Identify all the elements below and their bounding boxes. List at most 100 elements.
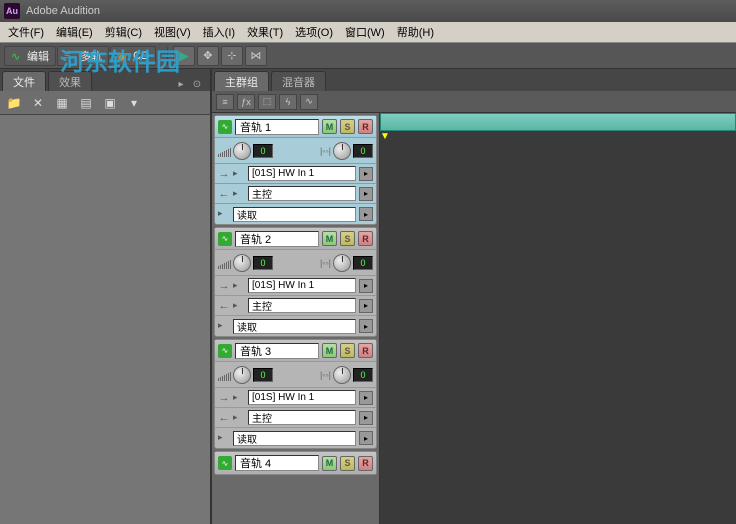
menu-window[interactable]: 窗口(W) <box>339 22 391 42</box>
output-play-icon[interactable]: ▸ <box>233 412 245 424</box>
panel-options-icon[interactable]: ⊙ <box>190 77 204 91</box>
playhead-marker[interactable]: ▼ <box>380 131 390 142</box>
options-button[interactable]: ▾ <box>124 94 144 112</box>
track-header[interactable]: ∿ 音轨 2 M S R 0 |◦◦| 0 → ▸ [01S] HW In 1 … <box>214 227 377 337</box>
volume-knob[interactable] <box>233 254 251 272</box>
volume-knob[interactable] <box>233 366 251 384</box>
pan-knob[interactable] <box>333 366 351 384</box>
fx-button[interactable]: ƒx <box>237 94 255 110</box>
tab-files[interactable]: 文件 <box>2 71 46 91</box>
menu-help[interactable]: 帮助(H) <box>391 22 440 42</box>
output-options-button[interactable]: ▸ <box>359 299 373 313</box>
record-arm-button[interactable]: R <box>358 119 373 134</box>
output-play-icon[interactable]: ▸ <box>233 300 245 312</box>
solo-button[interactable]: S <box>340 456 355 471</box>
mute-button[interactable]: M <box>322 456 337 471</box>
output-options-button[interactable]: ▸ <box>359 411 373 425</box>
close-file-button[interactable]: ✕ <box>28 94 48 112</box>
automation-mode-field[interactable]: 读取 <box>233 207 356 222</box>
mode-multitrack-button[interactable]: ≡ 多轨 <box>57 46 109 66</box>
pan-value[interactable]: 0 <box>353 144 373 158</box>
menu-insert[interactable]: 插入(I) <box>197 22 241 42</box>
tool-hybrid-button[interactable]: ⊹ <box>221 46 243 66</box>
solo-button[interactable]: S <box>340 231 355 246</box>
volume-value[interactable]: 0 <box>253 368 273 382</box>
output-field[interactable]: 主控 <box>248 298 356 313</box>
tab-effects[interactable]: 效果 <box>48 71 92 91</box>
track-name-field[interactable]: 音轨 1 <box>235 119 319 135</box>
record-arm-button[interactable]: R <box>358 456 373 471</box>
automation-expand-icon[interactable]: ▸ <box>218 208 230 220</box>
automation-mode-field[interactable]: 读取 <box>233 319 356 334</box>
solo-button[interactable]: S <box>340 343 355 358</box>
tab-mixer[interactable]: 混音器 <box>271 71 326 91</box>
tool-scrub-button[interactable]: ⋈ <box>245 46 267 66</box>
menu-options[interactable]: 选项(O) <box>289 22 339 42</box>
automation-expand-icon[interactable]: ▸ <box>218 320 230 332</box>
input-field[interactable]: [01S] HW In 1 <box>248 390 356 405</box>
track-knob-row: 0 |◦◦| 0 <box>215 362 376 388</box>
record-arm-button[interactable]: R <box>358 343 373 358</box>
timeline-clip[interactable] <box>380 113 736 131</box>
menu-clip[interactable]: 剪辑(C) <box>99 22 148 42</box>
menu-effects[interactable]: 效果(T) <box>241 22 289 42</box>
mute-button[interactable]: M <box>322 343 337 358</box>
automation-mode-field[interactable]: 读取 <box>233 431 356 446</box>
import-button[interactable]: 📁 <box>4 94 24 112</box>
input-options-button[interactable]: ▸ <box>359 391 373 405</box>
et-btn-1[interactable]: ≡ <box>216 94 234 110</box>
left-panel: 文件 效果 ▸ ⊙ 📁 ✕ ▦ ▤ ▣ ▾ <box>0 69 212 524</box>
volume-value[interactable]: 0 <box>253 144 273 158</box>
input-play-icon[interactable]: ▸ <box>233 168 245 180</box>
automation-expand-icon[interactable]: ▸ <box>218 432 230 444</box>
record-arm-button[interactable]: R <box>358 231 373 246</box>
et-btn-3[interactable]: ⬚ <box>258 94 276 110</box>
input-options-button[interactable]: ▸ <box>359 167 373 181</box>
track-name-field[interactable]: 音轨 2 <box>235 231 319 247</box>
input-play-icon[interactable]: ▸ <box>233 392 245 404</box>
edit-file-button[interactable]: ▣ <box>100 94 120 112</box>
mute-button[interactable]: M <box>322 231 337 246</box>
output-field[interactable]: 主控 <box>248 186 356 201</box>
mute-button[interactable]: M <box>322 119 337 134</box>
panel-menu-icon[interactable]: ▸ <box>174 77 188 91</box>
pan-value[interactable]: 0 <box>353 256 373 270</box>
input-options-button[interactable]: ▸ <box>359 279 373 293</box>
track-name-field[interactable]: 音轨 4 <box>235 455 319 471</box>
output-play-icon[interactable]: ▸ <box>233 188 245 200</box>
editor-tabs: 主群组 混音器 <box>212 69 736 91</box>
input-field[interactable]: [01S] HW In 1 <box>248 166 356 181</box>
insert-multitrack-button[interactable]: ▦ <box>52 94 72 112</box>
volume-knob[interactable] <box>233 142 251 160</box>
mode-edit-button[interactable]: ∿ 编辑 <box>4 46 56 66</box>
volume-value[interactable]: 0 <box>253 256 273 270</box>
menu-file[interactable]: 文件(F) <box>2 22 50 42</box>
track-header[interactable]: ∿ 音轨 4 M S R <box>214 451 377 475</box>
send-button[interactable]: ϟ <box>279 94 297 110</box>
play-button[interactable]: ▶ <box>173 46 195 66</box>
tool-move-button[interactable]: ✥ <box>197 46 219 66</box>
pan-knob[interactable] <box>333 254 351 272</box>
automation-options-button[interactable]: ▸ <box>359 207 373 221</box>
timeline-ruler[interactable] <box>380 113 736 131</box>
input-field[interactable]: [01S] HW In 1 <box>248 278 356 293</box>
track-name-field[interactable]: 音轨 3 <box>235 343 319 359</box>
tab-main-group[interactable]: 主群组 <box>214 71 269 91</box>
eq-button[interactable]: ∿ <box>300 94 318 110</box>
insert-cd-button[interactable]: ▤ <box>76 94 96 112</box>
file-list[interactable] <box>0 115 210 524</box>
automation-options-button[interactable]: ▸ <box>359 319 373 333</box>
track-header[interactable]: ∿ 音轨 1 M S R 0 |◦◦| 0 → ▸ [01S] HW In 1 … <box>214 115 377 225</box>
track-timeline[interactable]: ▼ <box>380 113 736 524</box>
output-field[interactable]: 主控 <box>248 410 356 425</box>
pan-knob[interactable] <box>333 142 351 160</box>
pan-value[interactable]: 0 <box>353 368 373 382</box>
mode-cd-button[interactable]: ◉ CD <box>110 46 156 66</box>
menu-view[interactable]: 视图(V) <box>148 22 197 42</box>
solo-button[interactable]: S <box>340 119 355 134</box>
menu-edit[interactable]: 编辑(E) <box>50 22 99 42</box>
track-header[interactable]: ∿ 音轨 3 M S R 0 |◦◦| 0 → ▸ [01S] HW In 1 … <box>214 339 377 449</box>
output-options-button[interactable]: ▸ <box>359 187 373 201</box>
input-play-icon[interactable]: ▸ <box>233 280 245 292</box>
automation-options-button[interactable]: ▸ <box>359 431 373 445</box>
